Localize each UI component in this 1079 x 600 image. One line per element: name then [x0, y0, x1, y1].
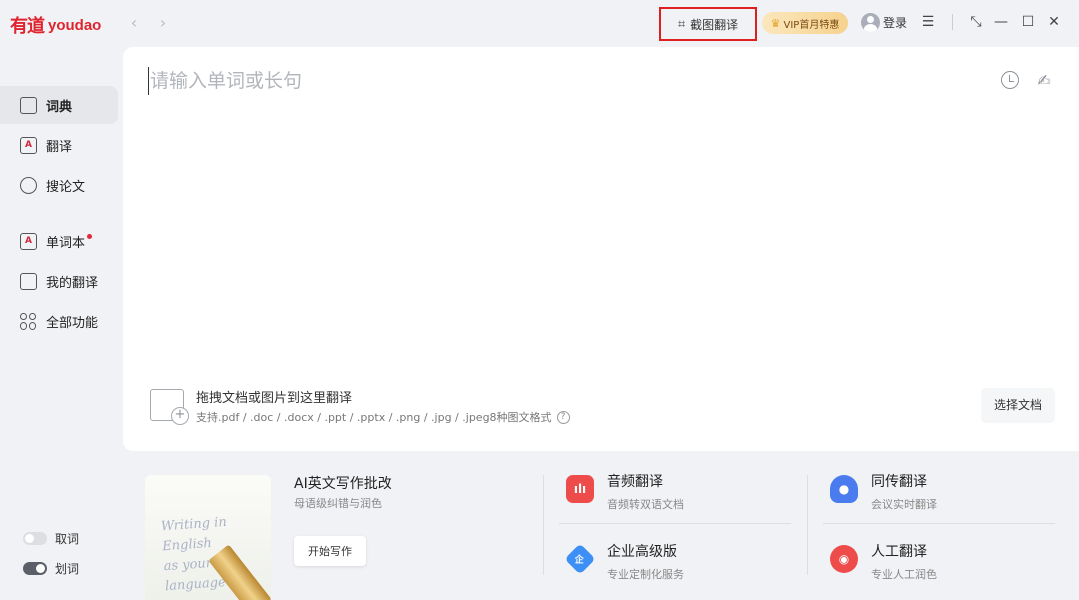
vip-crown-icon: ♛: [770, 16, 781, 30]
ai-writing-illustration: Writing in English as your language: [145, 475, 271, 600]
sidebar-item-search-paper[interactable]: 搜论文: [0, 166, 118, 204]
mini-window-icon[interactable]: ⤡: [967, 12, 985, 32]
sidebar-item-dictionary[interactable]: 词典: [0, 86, 118, 124]
sidebar-item-label: 词典: [46, 99, 73, 115]
selection-translate-label: 划词: [55, 562, 80, 576]
document-drop-icon: +: [150, 389, 189, 425]
history-icon[interactable]: [1001, 71, 1019, 89]
feature-divider: [807, 475, 808, 575]
feature-title: 音频翻译: [607, 474, 663, 490]
search-input[interactable]: [148, 67, 948, 95]
logo-en-text: youdao: [48, 16, 102, 34]
sidebar-item-wordbook[interactable]: A 单词本: [0, 222, 118, 260]
notification-dot: [87, 234, 93, 239]
feature-divider: [823, 523, 1055, 524]
feature-title: 企业高级版: [607, 544, 677, 560]
sidebar-item-all-features[interactable]: 全部功能: [0, 302, 118, 340]
enterprise-diamond-icon: 企: [564, 543, 596, 575]
chevron-right-icon[interactable]: ›: [155, 13, 171, 33]
human-translate-item[interactable]: ◉ 人工翻译 专业人工润色: [830, 543, 937, 582]
feature-subtitle: 会议实时翻译: [871, 498, 937, 511]
vip-promo-button[interactable]: ♛ VIP首月特惠: [762, 12, 848, 34]
simultaneous-translate-item[interactable]: ● 同传翻译 会议实时翻译: [830, 473, 937, 512]
meeting-icon: ●: [830, 475, 858, 503]
my-translation-icon: [20, 272, 37, 290]
feature-divider: [543, 475, 544, 575]
help-icon[interactable]: ?: [556, 410, 570, 424]
vip-label: VIP首月特惠: [783, 19, 840, 31]
youdao-logo: 有道 youdao: [10, 12, 101, 38]
ai-writing-title[interactable]: AI英文写作批改: [294, 473, 392, 493]
sidebar-item-label: 单词本: [46, 235, 86, 251]
close-icon[interactable]: ✕: [1045, 12, 1063, 32]
word-pick-toggle[interactable]: [23, 532, 47, 545]
sidebar: 词典 A 翻译 搜论文 A 单词本 我的翻译 全部功能 取词 划词: [0, 46, 123, 600]
choose-document-button[interactable]: 选择文档: [982, 388, 1054, 421]
feature-title: 同传翻译: [871, 474, 927, 490]
sidebar-item-label: 搜论文: [46, 179, 86, 195]
feature-subtitle: 专业人工润色: [871, 568, 937, 581]
sidebar-item-translate[interactable]: A 翻译: [0, 126, 118, 164]
word-pick-label: 取词: [55, 532, 80, 546]
drop-formats-text: 支持.pdf / .doc / .docx / .ppt / .pptx / .…: [196, 411, 552, 424]
sidebar-item-my-translation[interactable]: 我的翻译: [0, 262, 118, 300]
search-paper-icon: [20, 176, 37, 194]
screenshot-translate-button[interactable]: ⌗ 截图翻译: [659, 7, 757, 41]
avatar-icon: [861, 13, 880, 32]
title-bar: 有道 youdao ‹ › ⌗ 截图翻译 ♛ VIP首月特惠 登录 ☰ ⤡ — …: [0, 0, 1079, 46]
login-button[interactable]: 登录: [861, 13, 907, 32]
login-label: 登录: [883, 16, 908, 30]
feature-subtitle: 音频转双语文档: [607, 498, 684, 511]
add-icon: +: [171, 407, 189, 425]
input-panel: ✍ + 拖拽文档或图片到这里翻译 支持.pdf / .doc / .docx /…: [123, 47, 1079, 451]
all-features-icon: [20, 312, 37, 330]
audio-translate-item[interactable]: ılı 音频翻译 音频转双语文档: [566, 473, 684, 512]
maximize-icon[interactable]: ☐: [1019, 12, 1037, 32]
sidebar-item-label: 我的翻译: [46, 275, 99, 291]
selection-translate-toggle[interactable]: [23, 562, 47, 575]
word-pick-toggle-row[interactable]: 取词: [23, 530, 79, 547]
selection-translate-toggle-row[interactable]: 划词: [23, 560, 79, 577]
audio-wave-icon: ılı: [566, 475, 594, 503]
logo-cn-text: 有道: [10, 16, 45, 37]
feature-divider: [559, 523, 791, 524]
chevron-left-icon[interactable]: ‹: [126, 13, 142, 33]
crop-icon: ⌗: [677, 16, 686, 32]
handwriting-icon[interactable]: ✍: [1034, 71, 1054, 91]
drop-zone-formats: 支持.pdf / .doc / .docx / .ppt / .pptx / .…: [196, 409, 570, 425]
sidebar-item-label: 翻译: [46, 139, 73, 155]
feature-area: Writing in English as your language AI英文…: [123, 451, 1079, 600]
drop-zone-title: 拖拽文档或图片到这里翻译: [196, 391, 353, 406]
enterprise-item[interactable]: 企 企业高级版 专业定制化服务: [564, 543, 684, 582]
ai-writing-subtitle: 母语级纠错与润色: [294, 497, 382, 510]
feature-title: 人工翻译: [871, 544, 927, 560]
screenshot-translate-label: 截图翻译: [690, 17, 739, 32]
wordbook-icon: A: [20, 232, 37, 250]
human-translator-icon: ◉: [830, 545, 858, 573]
translate-icon: A: [20, 136, 37, 154]
start-writing-button[interactable]: 开始写作: [294, 536, 366, 566]
titlebar-divider: [952, 14, 953, 30]
menu-icon[interactable]: ☰: [919, 12, 937, 32]
feature-subtitle: 专业定制化服务: [607, 568, 684, 581]
sidebar-item-label: 全部功能: [46, 315, 99, 331]
minimize-icon[interactable]: —: [992, 12, 1010, 32]
dictionary-icon: [20, 96, 37, 114]
